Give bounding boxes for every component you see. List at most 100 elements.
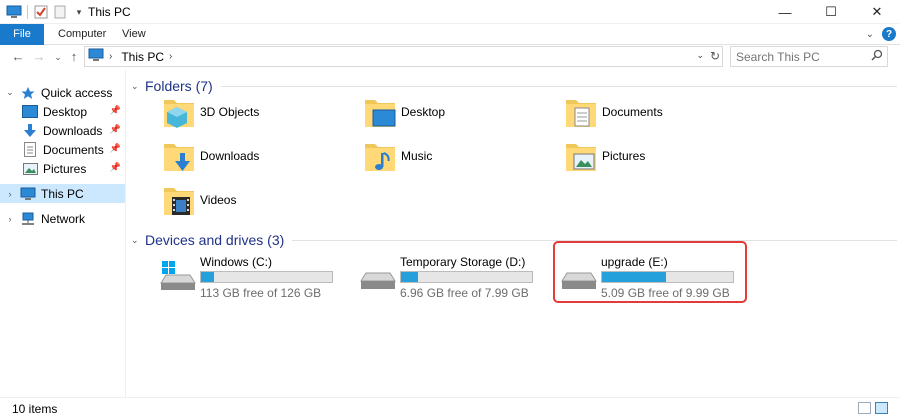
nav-label: Pictures [43, 161, 87, 176]
desktop-icon [22, 104, 38, 120]
quick-access-toolbar: ▾ [6, 4, 87, 20]
toolbar-separator [27, 5, 28, 19]
nav-label: Quick access [41, 85, 113, 100]
address-dropdown-icon[interactable]: ⌄ [696, 50, 704, 61]
folder-label: Videos [200, 193, 237, 207]
nav-quick-access[interactable]: ⌄ Quick access [0, 83, 125, 102]
tab-file[interactable]: File [0, 24, 44, 45]
nav-label: Network [41, 211, 86, 226]
folder-videos[interactable]: Videos [163, 180, 236, 220]
minimize-button[interactable]: — [762, 0, 808, 24]
group-collapse-icon[interactable]: ⌄ [131, 81, 141, 92]
download-arrow-icon [22, 123, 38, 139]
folder-pictures[interactable]: Pictures [565, 136, 645, 176]
refresh-icon[interactable]: ↻ [710, 49, 720, 63]
address-bar[interactable]: › This PC › ⌄ ↻ [84, 46, 723, 67]
address-row: ← → ⌄ ↑ › This PC › ⌄ ↻ [0, 46, 900, 68]
nav-pictures[interactable]: Pictures 📌 [0, 159, 125, 178]
help-icon[interactable]: ? [882, 27, 896, 41]
breadcrumb-separator-icon[interactable]: › [109, 51, 112, 62]
close-button[interactable]: ✕ [854, 0, 900, 24]
collapsed-chevron-icon[interactable]: › [5, 214, 15, 224]
properties-icon[interactable] [33, 4, 49, 20]
folder-label: Documents [602, 105, 663, 119]
drive-name: Windows (C:) [200, 255, 273, 269]
document-icon [22, 142, 38, 158]
nav-label: This PC [41, 186, 84, 201]
folder-label: Downloads [200, 149, 260, 163]
folder-label: 3D Objects [200, 105, 260, 119]
folder-label: Pictures [602, 149, 646, 163]
forward-arrow-icon[interactable]: → [31, 49, 47, 64]
up-arrow-icon[interactable]: ↑ [66, 49, 82, 64]
nav-downloads[interactable]: Downloads 📌 [0, 121, 125, 140]
view-switcher [858, 402, 888, 414]
folder-documents[interactable]: Documents [565, 92, 663, 132]
this-pc-icon[interactable] [6, 4, 22, 20]
documents-folder-icon [566, 100, 596, 127]
pin-icon[interactable]: 📌 [110, 124, 121, 135]
folder-downloads[interactable]: Downloads [163, 136, 259, 176]
folder-label: Desktop [401, 105, 446, 119]
pictures-folder-icon [566, 144, 596, 171]
music-folder-icon [365, 144, 395, 171]
drive-c[interactable]: Windows (C:) 113 GB free of 126 GB [160, 255, 345, 300]
3d-objects-folder-icon [164, 100, 194, 128]
drive-usage-fill [201, 272, 215, 282]
windows-drive-icon [160, 261, 196, 290]
folder-desktop[interactable]: Desktop [364, 92, 445, 132]
expanded-chevron-icon[interactable]: ⌄ [5, 87, 15, 98]
selection-highlight-box [553, 241, 747, 303]
customize-toolbar-icon[interactable]: ▾ [71, 4, 87, 20]
drive-usage-bar [200, 271, 333, 283]
tab-view[interactable]: View [110, 24, 158, 45]
collapsed-chevron-icon[interactable]: › [5, 189, 15, 199]
nav-documents[interactable]: Documents 📌 [0, 140, 125, 159]
navigation-pane: ⌄ Quick access Desktop 📌 Downloads 📌 Doc… [0, 70, 126, 398]
tab-computer[interactable]: Computer [46, 24, 118, 45]
search-icon[interactable] [871, 49, 883, 64]
ribbon-right-controls: ⌄ ? [866, 27, 896, 41]
search-input[interactable] [731, 47, 861, 66]
back-arrow-icon[interactable]: ← [10, 49, 26, 64]
nav-this-pc[interactable]: › This PC [0, 184, 125, 203]
status-bar: 10 items [0, 397, 900, 418]
recent-locations-icon[interactable]: ⌄ [50, 52, 66, 63]
pin-icon[interactable]: 📌 [110, 143, 121, 154]
breadcrumb-this-pc[interactable]: This PC [121, 50, 164, 64]
folder-music[interactable]: Music [364, 136, 432, 176]
hard-drive-icon [360, 272, 396, 289]
title-bar: ▾ This PC — ☐ ✕ [0, 0, 900, 24]
drive-name: Temporary Storage (D:) [400, 255, 526, 269]
drive-free-space: 113 GB free of 126 GB [200, 286, 322, 300]
breadcrumb-separator-icon[interactable]: › [169, 51, 172, 62]
nav-label: Documents [43, 142, 104, 157]
folder-3d-objects[interactable]: 3D Objects [163, 92, 259, 132]
folder-label: Music [401, 149, 433, 163]
drive-usage-fill [401, 272, 419, 282]
star-icon [20, 85, 36, 101]
content-pane: ⌄ Folders (7) 3D Objects Desktop Documen… [127, 70, 900, 398]
search-box[interactable] [730, 46, 888, 67]
expand-ribbon-icon[interactable]: ⌄ [866, 29, 874, 40]
new-folder-icon[interactable] [52, 4, 68, 20]
tiles-view-icon[interactable] [875, 402, 888, 414]
network-icon [20, 211, 36, 227]
nav-desktop[interactable]: Desktop 📌 [0, 102, 125, 121]
drives-group-header[interactable]: ⌄ Devices and drives (3) [131, 232, 897, 248]
group-collapse-icon[interactable]: ⌄ [131, 235, 141, 246]
group-divider [220, 85, 897, 87]
videos-folder-icon [164, 188, 194, 215]
group-title: Devices and drives (3) [145, 232, 285, 248]
ribbon-tabs: File Computer View ⌄ ? [0, 24, 900, 45]
nav-network[interactable]: › Network [0, 209, 125, 228]
maximize-button[interactable]: ☐ [808, 0, 854, 24]
picture-icon [22, 161, 38, 177]
pin-icon[interactable]: 📌 [110, 162, 121, 173]
downloads-folder-icon [164, 144, 194, 171]
details-view-icon[interactable] [858, 402, 871, 414]
pin-icon[interactable]: 📌 [110, 105, 121, 116]
window-controls: — ☐ ✕ [762, 0, 900, 24]
drive-d[interactable]: Temporary Storage (D:) 6.96 GB free of 7… [360, 255, 545, 300]
nav-label: Desktop [43, 104, 88, 119]
